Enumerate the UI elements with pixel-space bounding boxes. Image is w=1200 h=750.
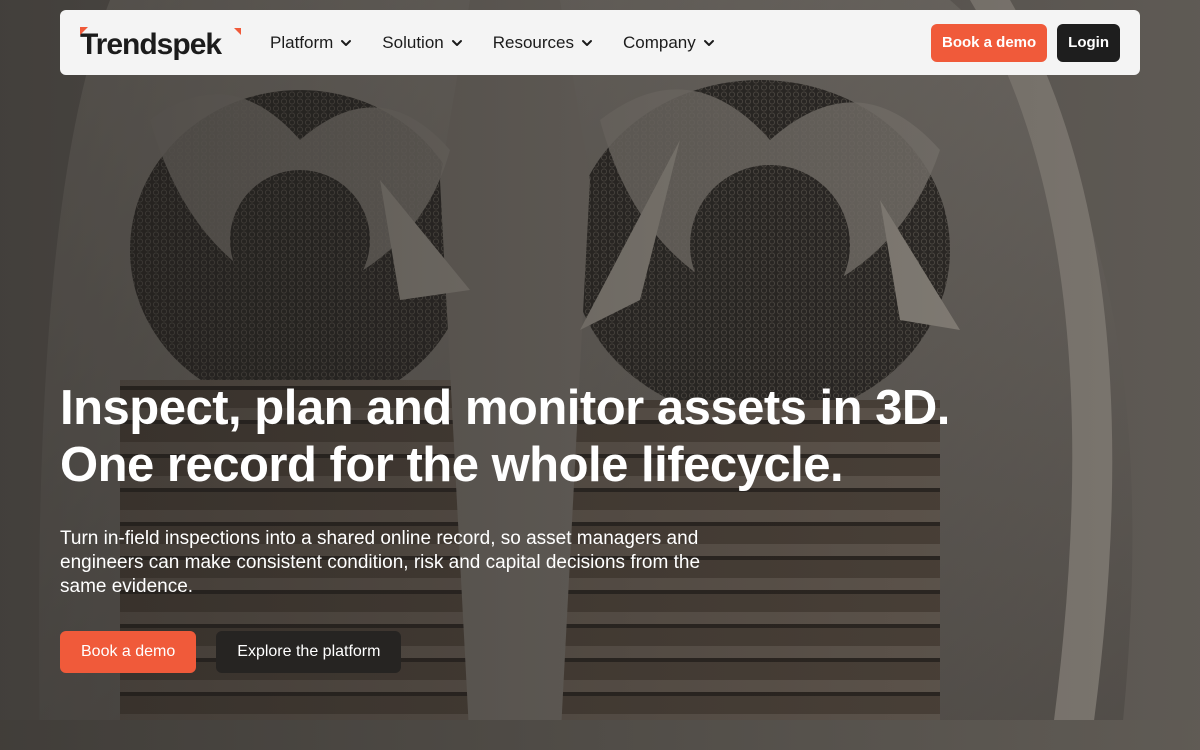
nav-item-resources[interactable]: Resources [493, 33, 593, 53]
nav-item-label: Resources [492, 32, 574, 52]
trendspek-logo[interactable]: Trendspek [80, 23, 242, 63]
hero-book-demo-button[interactable]: Book a demo [60, 631, 197, 673]
explore-platform-button[interactable]: Explore the platform [216, 631, 402, 673]
nav-item-label: Solution [382, 32, 444, 52]
nav-item-label: Company [623, 32, 696, 52]
login-button[interactable]: Login [1057, 23, 1120, 62]
nav-actions: Book a demo Login [930, 23, 1120, 62]
chevron-down-icon [451, 37, 463, 49]
hero-section: Inspect, plan and monitor assets in 3D. … [60, 380, 1020, 673]
page: Trendspek Platform Solution Resources Co… [0, 0, 1200, 750]
book-demo-button[interactable]: Book a demo [930, 23, 1048, 62]
hero-subtitle: Turn in-field inspections into a shared … [60, 528, 701, 597]
hero-title-line-2: One record for the whole lifecycle. [60, 438, 844, 492]
trendspek-logo-wordmark: Trendspek [80, 26, 241, 60]
chevron-down-icon [703, 37, 715, 49]
main-nav-menu: Platform Solution Resources Company [270, 33, 745, 53]
nav-item-platform[interactable]: Platform [270, 33, 352, 53]
chevron-down-icon [340, 37, 352, 49]
nav-item-label: Platform [270, 32, 334, 52]
svg-text:Trendspek: Trendspek [80, 28, 222, 60]
nav-item-solution[interactable]: Solution [382, 33, 462, 53]
top-navbar: Trendspek Platform Solution Resources Co… [60, 10, 1140, 75]
hero-cta-group: Book a demo Explore the platform [60, 631, 1020, 673]
hero-title: Inspect, plan and monitor assets in 3D. … [60, 380, 1020, 494]
hero-title-line-1: Inspect, plan and monitor assets in 3D. [60, 381, 950, 435]
nav-item-company[interactable]: Company [623, 33, 715, 53]
chevron-down-icon [581, 37, 593, 49]
